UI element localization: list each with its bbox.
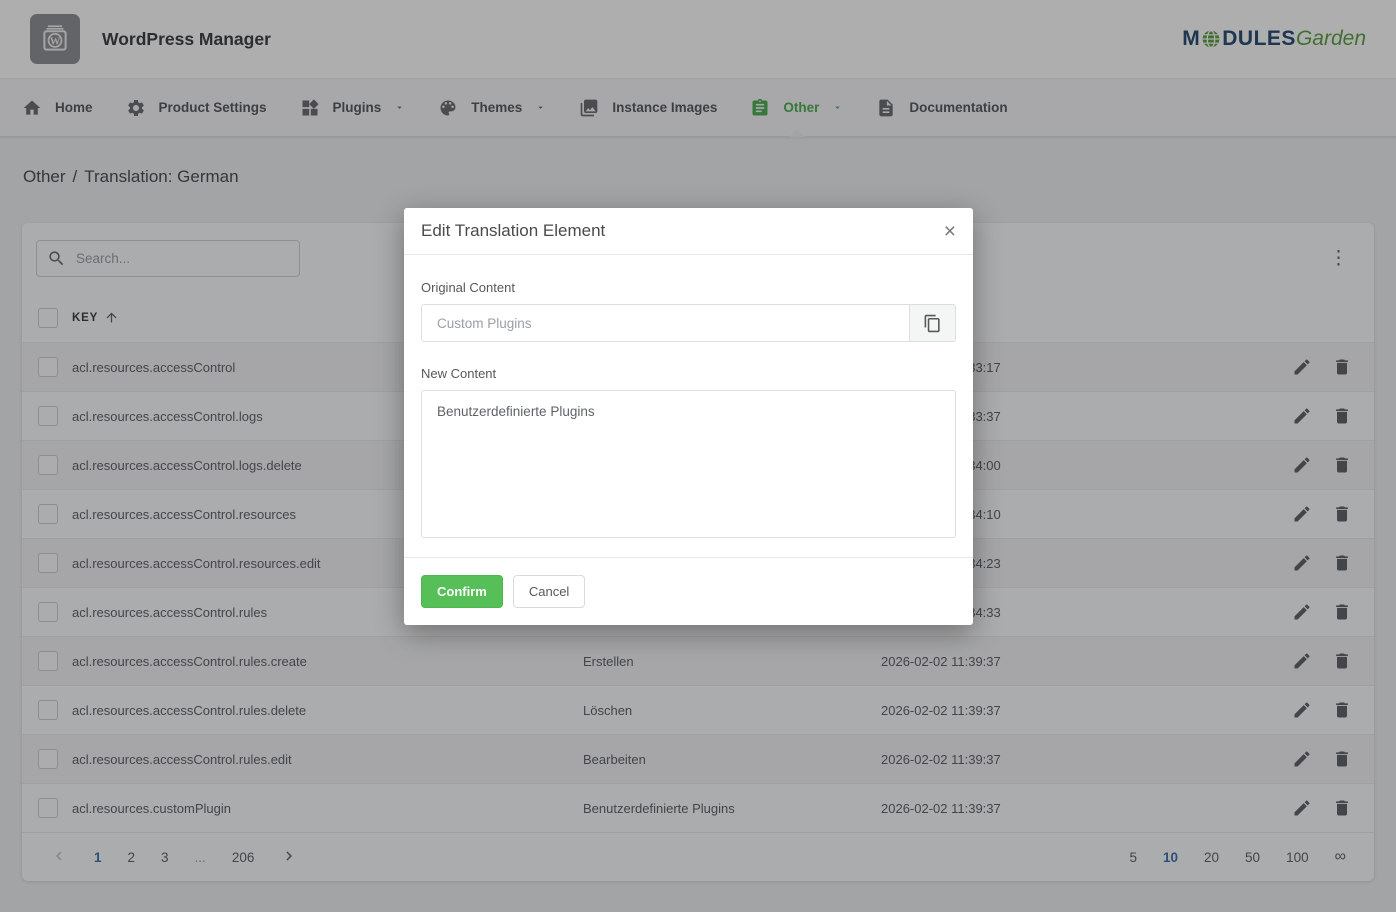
original-content-label: Original Content — [421, 280, 956, 295]
original-content-input[interactable] — [422, 305, 909, 341]
original-content-group — [421, 304, 956, 342]
modal-title: Edit Translation Element — [421, 221, 605, 241]
copy-icon — [923, 314, 942, 333]
modal-header: Edit Translation Element × — [404, 208, 973, 255]
edit-translation-modal: Edit Translation Element × Original Cont… — [404, 208, 973, 625]
modal-body: Original Content New Content Benutzerdef… — [404, 255, 973, 557]
modal-footer: Confirm Cancel — [404, 557, 973, 625]
cancel-button[interactable]: Cancel — [513, 575, 585, 608]
new-content-label: New Content — [421, 366, 956, 381]
close-icon[interactable]: × — [944, 221, 956, 242]
copy-button[interactable] — [909, 305, 955, 341]
confirm-button[interactable]: Confirm — [421, 575, 503, 608]
new-content-textarea[interactable]: Benutzerdefinierte Plugins — [421, 390, 956, 538]
